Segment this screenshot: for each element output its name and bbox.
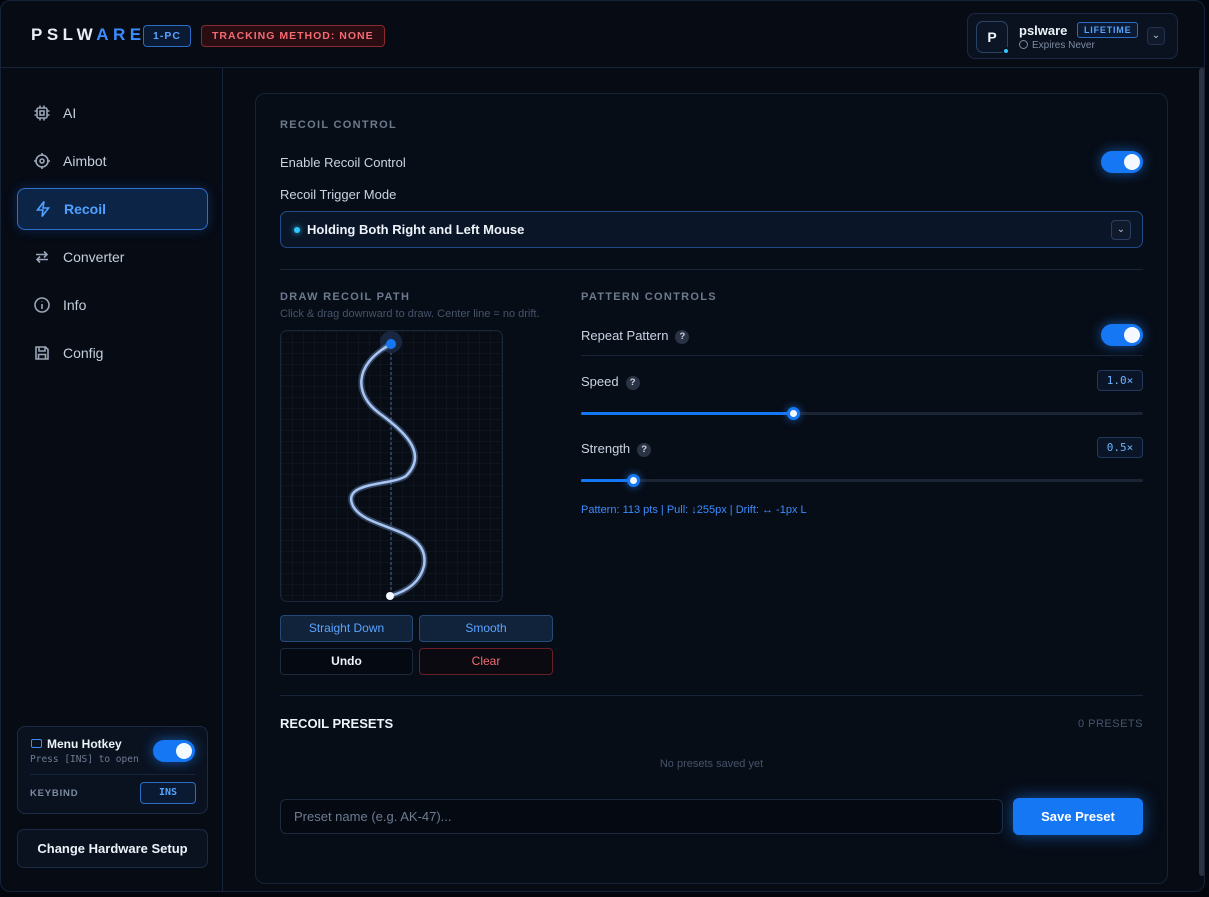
path-start-point <box>386 339 396 349</box>
scrollbar[interactable] <box>1199 68 1204 876</box>
speed-slider-thumb[interactable] <box>787 407 801 420</box>
sidebar: AI Aimbot Recoil Converter Info Config M… <box>1 68 223 891</box>
clear-button[interactable]: Clear <box>419 648 553 675</box>
plan-badge: LIFETIME <box>1077 22 1139 38</box>
recoil-path-canvas[interactable] <box>280 330 503 602</box>
app-window: PSLWARE 1-PC TRACKING METHOD: NONE P psl… <box>0 0 1205 892</box>
clock-icon <box>1019 40 1028 49</box>
divider <box>280 695 1143 696</box>
section-title-pattern-controls: PATTERN CONTROLS <box>581 291 717 303</box>
change-hardware-button[interactable]: Change Hardware Setup <box>17 829 208 868</box>
trigger-mode-select[interactable]: Holding Both Right and Left Mouse ⌄ <box>280 211 1143 248</box>
user-card[interactable]: P pslware LIFETIME Expires Never ⌄ <box>967 13 1178 59</box>
sidebar-item-aimbot[interactable]: Aimbot <box>17 140 208 182</box>
pattern-stats: Pattern: 113 pts | Pull: ↓255px | Drift:… <box>581 504 807 516</box>
hotkey-title: Menu Hotkey <box>47 737 122 751</box>
lightning-icon <box>35 201 51 217</box>
tracking-method-badge: TRACKING METHOD: NONE <box>201 25 385 47</box>
straight-down-button[interactable]: Straight Down <box>280 615 413 642</box>
online-status-dot <box>1002 47 1010 55</box>
path-end-point <box>386 592 394 600</box>
undo-button[interactable]: Undo <box>280 648 413 675</box>
menu-hotkey-toggle[interactable] <box>153 740 195 762</box>
sidebar-item-label: Info <box>63 297 87 313</box>
status-dot <box>294 227 300 233</box>
sidebar-item-converter[interactable]: Converter <box>17 236 208 278</box>
sidebar-item-label: Converter <box>63 249 125 265</box>
enable-recoil-label: Enable Recoil Control <box>280 155 406 170</box>
presets-count: 0 PRESETS <box>1077 718 1143 730</box>
section-title-recoil-control: RECOIL CONTROL <box>280 119 397 131</box>
keybind-label: KEYBIND <box>30 788 79 799</box>
canvas-grid <box>281 331 502 601</box>
sidebar-item-label: AI <box>63 105 77 121</box>
strength-slider[interactable] <box>581 474 1143 487</box>
recoil-panel: RECOIL CONTROL Enable Recoil Control Rec… <box>255 93 1168 884</box>
section-title-draw-path: DRAW RECOIL PATH <box>280 291 411 303</box>
info-icon <box>34 297 50 313</box>
speed-slider[interactable] <box>581 407 1143 420</box>
save-icon <box>35 346 49 360</box>
menu-hotkey-card: Menu Hotkey Press [INS] to open KEYBIND … <box>17 726 208 814</box>
help-icon[interactable]: ? <box>625 376 640 390</box>
strength-slider-fill <box>581 479 633 482</box>
chevron-down-icon[interactable]: ⌄ <box>1147 27 1165 45</box>
sidebar-item-config[interactable]: Config <box>17 332 208 374</box>
strength-label: Strength? <box>581 441 652 457</box>
help-icon[interactable]: ? <box>637 443 652 457</box>
hotkey-subtitle: Press [INS] to open <box>30 754 139 765</box>
keybind-button[interactable]: INS <box>140 782 196 804</box>
speed-value: 1.0× <box>1097 370 1143 391</box>
divider <box>30 774 195 775</box>
sidebar-item-ai[interactable]: AI <box>17 92 208 134</box>
repeat-pattern-label: Repeat Pattern? <box>581 328 690 344</box>
divider <box>581 355 1143 356</box>
chevron-down-icon: ⌄ <box>1111 220 1131 240</box>
repeat-pattern-toggle[interactable] <box>1101 324 1143 346</box>
smooth-button[interactable]: Smooth <box>419 615 553 642</box>
sidebar-item-recoil[interactable]: Recoil <box>17 188 208 230</box>
top-header: PSLWARE 1-PC TRACKING METHOD: NONE P psl… <box>1 1 1204 68</box>
help-icon[interactable]: ? <box>675 330 690 344</box>
trigger-mode-label: Recoil Trigger Mode <box>280 187 397 202</box>
divider <box>280 269 1143 270</box>
sidebar-item-label: Recoil <box>64 201 107 217</box>
sidebar-item-label: Aimbot <box>63 153 107 169</box>
trigger-mode-value: Holding Both Right and Left Mouse <box>307 222 525 237</box>
user-name: pslware <box>1019 23 1068 38</box>
sidebar-item-label: Config <box>63 345 104 361</box>
preset-name-input[interactable] <box>280 799 1003 834</box>
swap-arrows-icon <box>35 250 49 264</box>
keyboard-icon <box>31 739 42 748</box>
save-preset-button[interactable]: Save Preset <box>1013 798 1143 835</box>
crosshair-icon <box>34 153 50 169</box>
presets-title: RECOIL PRESETS <box>280 716 394 731</box>
sidebar-item-info[interactable]: Info <box>17 284 208 326</box>
speed-slider-fill <box>581 412 794 415</box>
app-logo: PSLWARE <box>31 25 146 44</box>
pc-count-badge: 1-PC <box>143 25 191 47</box>
expiry-text: Expires Never <box>1019 40 1095 51</box>
speed-label: Speed? <box>581 374 640 390</box>
avatar: P <box>976 21 1010 55</box>
strength-value: 0.5× <box>1097 437 1143 458</box>
strength-slider-thumb[interactable] <box>626 474 640 487</box>
draw-hint: Click & drag downward to draw. Center li… <box>280 308 540 320</box>
no-presets-message: No presets saved yet <box>659 758 764 770</box>
chip-icon <box>34 105 50 121</box>
enable-recoil-toggle[interactable] <box>1101 151 1143 173</box>
